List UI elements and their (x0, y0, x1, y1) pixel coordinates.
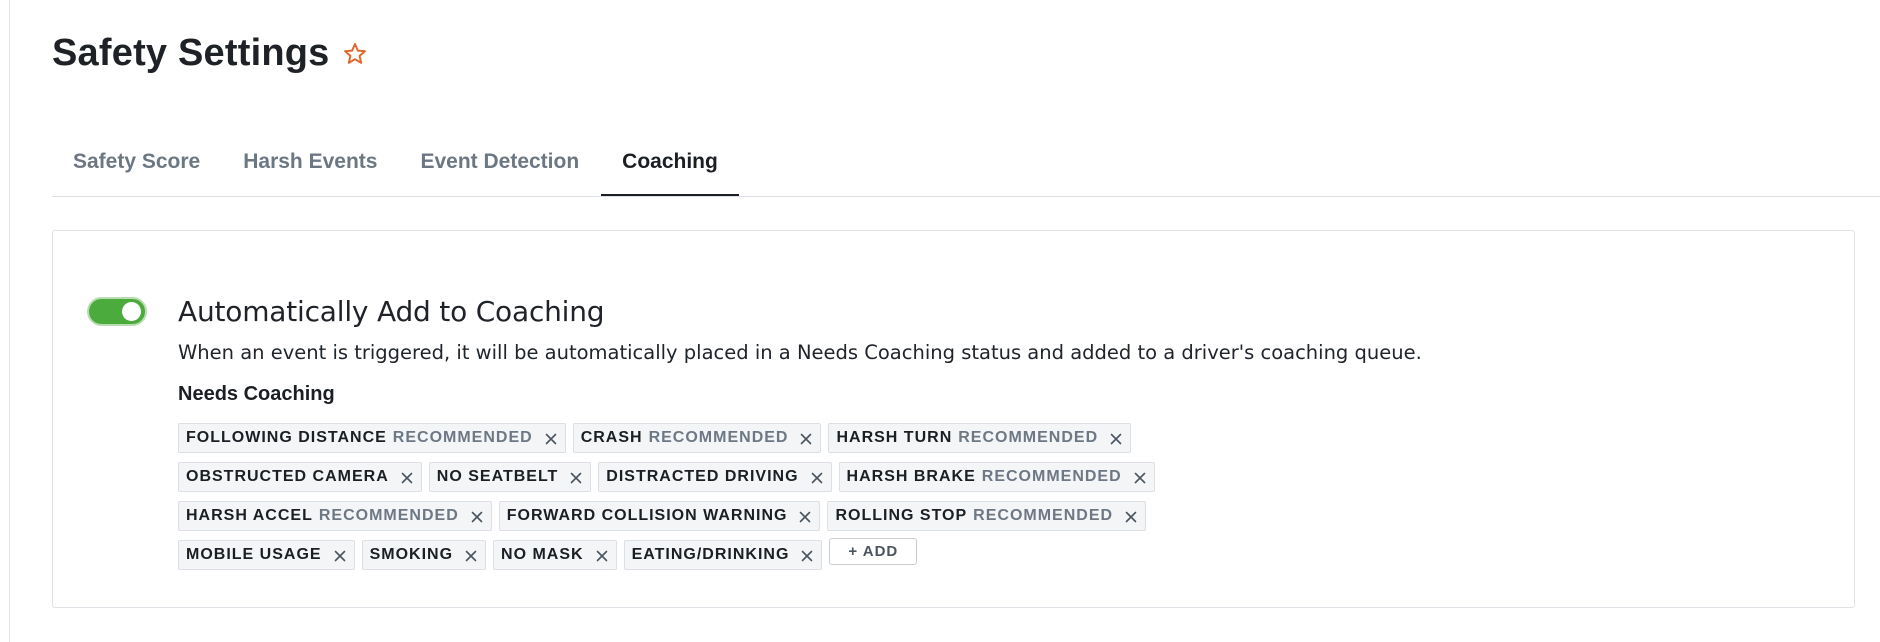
event-tag: HARSH ACCEL RECOMMENDED (178, 501, 492, 531)
tab-bar: Safety Score Harsh Events Event Detection C… (52, 130, 1880, 197)
recommended-badge: RECOMMENDED (392, 429, 533, 446)
recommended-badge: RECOMMENDED (318, 507, 459, 524)
close-icon[interactable] (1110, 432, 1122, 445)
event-tag: NO MASK (493, 540, 617, 570)
auto-coaching-toggle[interactable] (87, 297, 147, 326)
recommended-badge: RECOMMENDED (981, 468, 1122, 485)
needs-coaching-tags: FOLLOWING DISTANCE RECOMMENDED CRASH RECOMM… (178, 423, 1162, 579)
event-tag-label: FORWARD COLLISION WARNING (506, 507, 788, 524)
event-tag-label: ROLLING STOP (835, 507, 968, 524)
event-tag-label: SMOKING (369, 546, 454, 563)
tag-row: MOBILE USAGE SMOKING NO MASK EATING/DRINKIN… (178, 538, 1162, 570)
section-title: Automatically Add to Coaching (178, 295, 605, 328)
toggle-knob (122, 302, 141, 321)
event-tag: HARSH BRAKE RECOMMENDED (838, 462, 1155, 492)
event-tag: OBSTRUCTED CAMERA (178, 462, 422, 492)
tag-row: FOLLOWING DISTANCE RECOMMENDED CRASH RECOMM… (178, 423, 1162, 453)
event-tag-label: NO SEATBELT (436, 468, 559, 485)
left-divider (9, 0, 10, 642)
tag-row: OBSTRUCTED CAMERA NO SEATBELT DISTRACTED D… (178, 462, 1162, 492)
event-tag: NO SEATBELT (428, 462, 592, 492)
tag-row: HARSH ACCEL RECOMMENDED FORWARD COLLISION … (178, 501, 1162, 531)
event-tag: MOBILE USAGE (178, 540, 355, 570)
close-icon[interactable] (545, 432, 557, 445)
event-tag-label: HARSH TURN (836, 429, 953, 446)
event-tag-label: CRASH (580, 429, 643, 446)
close-icon[interactable] (801, 549, 813, 562)
event-tag: CRASH RECOMMENDED (572, 423, 822, 453)
event-tag-label: OBSTRUCTED CAMERA (186, 468, 389, 485)
event-tag-label: HARSH ACCEL (186, 507, 313, 524)
title-row: Safety Settings (52, 32, 368, 75)
event-tag-label: EATING/DRINKING (631, 546, 790, 563)
tab-harsh-events[interactable]: Harsh Events (222, 130, 398, 194)
tab-event-detection[interactable]: Event Detection (399, 130, 600, 194)
event-tag-label: MOBILE USAGE (186, 546, 322, 563)
needs-coaching-label: Needs Coaching (178, 383, 335, 405)
close-icon[interactable] (811, 471, 823, 484)
recommended-badge: RECOMMENDED (958, 429, 1099, 446)
recommended-badge: RECOMMENDED (973, 507, 1114, 524)
tab-safety-score[interactable]: Safety Score (52, 130, 221, 194)
close-icon[interactable] (596, 549, 608, 562)
close-icon[interactable] (1134, 471, 1146, 484)
event-tag-label: NO MASK (501, 546, 584, 563)
close-icon[interactable] (1125, 510, 1137, 523)
coaching-settings-card: Automatically Add to Coaching When an ev… (52, 230, 1855, 608)
close-icon[interactable] (799, 510, 811, 523)
event-tag-label: FOLLOWING DISTANCE (186, 429, 387, 446)
event-tag: FORWARD COLLISION WARNING (498, 501, 821, 531)
event-tag: ROLLING STOP RECOMMENDED (827, 501, 1147, 531)
event-tag: EATING/DRINKING (623, 540, 823, 570)
event-tag-label: HARSH BRAKE (846, 468, 976, 485)
close-icon[interactable] (570, 471, 582, 484)
close-icon[interactable] (800, 432, 812, 445)
event-tag: SMOKING (361, 540, 487, 570)
close-icon[interactable] (465, 549, 477, 562)
close-icon[interactable] (401, 471, 413, 484)
page-title: Safety Settings (52, 32, 330, 74)
event-tag: DISTRACTED DRIVING (598, 462, 832, 492)
recommended-badge: RECOMMENDED (648, 429, 789, 446)
star-icon[interactable] (342, 41, 368, 67)
event-tag: HARSH TURN RECOMMENDED (828, 423, 1132, 453)
close-icon[interactable] (471, 510, 483, 523)
close-icon[interactable] (334, 549, 346, 562)
event-tag-label: DISTRACTED DRIVING (606, 468, 799, 485)
section-description: When an event is triggered, it will be a… (178, 341, 1422, 364)
tab-coaching[interactable]: Coaching (601, 130, 739, 196)
add-tag-button[interactable]: + ADD (829, 538, 918, 565)
event-tag: FOLLOWING DISTANCE RECOMMENDED (178, 423, 566, 453)
